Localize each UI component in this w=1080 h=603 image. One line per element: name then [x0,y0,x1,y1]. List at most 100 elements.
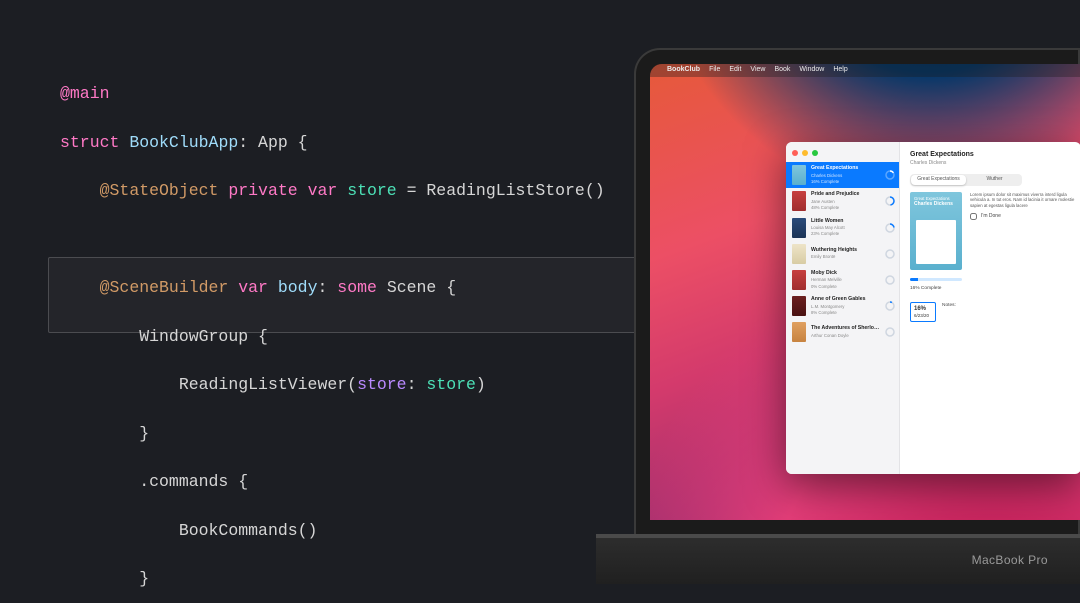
book-author: Arthur Conan Doyle [811,333,880,339]
book-progress-label: 8% Complete [811,310,880,316]
notes-date: 6/23/20 [914,313,932,320]
code-arglabel: store [357,375,407,394]
close-button[interactable] [792,150,798,156]
code-keyword: var [308,181,338,200]
book-title: Anne of Green Gables [811,296,880,304]
zoom-button[interactable] [812,150,818,156]
book-cover-thumb [792,191,806,211]
book-title: The Adventures of Sherlock Holmes [811,325,880,333]
code-text: } [139,569,149,588]
book-meta: Great ExpectationsCharles Dickens16% Com… [811,165,880,185]
book-meta: Moby DickHerman Melville0% Complete [811,270,880,290]
window-traffic-lights[interactable] [786,148,899,162]
macbook-device: BookClub File Edit View Book Window Help… [596,48,1080,603]
code-func: ReadingListViewer( [179,375,357,394]
notes-summary-box[interactable]: 16% 6/23/20 [910,302,936,322]
tab-great-expectations[interactable]: Great Expectations [911,175,966,185]
book-title: Little Women [811,218,880,226]
code-keyword: some [337,278,377,297]
bookclub-window[interactable]: Great ExpectationsCharles Dickens16% Com… [786,142,1080,474]
code-text: : App { [238,133,307,152]
detail-pane: Great Expectations Charles Dickens Great… [900,142,1080,474]
code-text: = ReadingListStore() [397,181,605,200]
tab-wuthering[interactable]: Wuther [967,174,1022,186]
book-meta: Pride and PrejudiceJane Austen48% Comple… [811,191,880,211]
cover-small-author: Charles Dickens [914,201,958,207]
cover-illustration [916,220,956,264]
progress-ring-icon [885,249,895,259]
progress-ring-icon [885,327,895,337]
book-cover-thumb [792,244,806,264]
book-meta: Wuthering HeightsEmily Brontë [811,247,880,261]
list-item[interactable]: Anne of Green GablesL.M. Montgomery8% Co… [786,293,899,319]
progress-ring-icon [885,223,895,233]
code-text: } [139,424,149,443]
detail-author: Charles Dickens [910,160,1080,167]
code-attribute: @SceneBuilder [100,278,229,297]
code-keyword: struct [60,133,119,152]
book-meta: The Adventures of Sherlock HolmesArthur … [811,325,880,339]
book-progress-label: 0% Complete [811,284,880,290]
code-var: body [278,278,318,297]
macos-menubar[interactable]: BookClub File Edit View Book Window Help [650,64,1080,77]
cover-small-title: Great Expectations [914,196,950,201]
book-progress-label: 48% Complete [811,205,880,211]
notes-pct: 16% [914,305,932,314]
book-progress-label: 16% Complete [811,179,880,185]
menu-edit[interactable]: Edit [729,65,741,75]
code-text: : [317,278,337,297]
book-meta: Little WomenLouisa May Alcott23% Complet… [811,218,880,238]
code-var: store [347,181,397,200]
list-item[interactable]: Little WomenLouisa May Alcott23% Complet… [786,215,899,241]
list-item[interactable]: Wuthering HeightsEmily Brontë [786,241,899,267]
code-text: .commands { [139,472,248,491]
notes-label: Notes: [942,302,956,322]
list-item[interactable]: Moby DickHerman Melville0% Complete [786,267,899,293]
book-cover-thumb [792,270,806,290]
code-func: BookCommands() [179,521,318,540]
menu-file[interactable]: File [709,65,720,75]
detail-cover: Great Expectations Charles Dickens [910,192,962,270]
code-attribute: @main [60,84,110,103]
im-done-checkbox[interactable] [970,213,977,220]
code-argvalue: store [426,375,476,394]
menu-book[interactable]: Book [774,65,790,75]
code-typename: BookClubApp [129,133,238,152]
book-title: Moby Dick [811,270,880,278]
menu-view[interactable]: View [750,65,765,75]
im-done-label: I'm Done [981,213,1001,220]
code-text: ) [476,375,486,394]
progress-ring-icon [885,170,895,180]
book-title: Wuthering Heights [811,247,880,255]
book-cover-thumb [792,218,806,238]
code-editor: @main struct BookClubApp: App { @StateOb… [60,58,605,603]
progress-bar[interactable] [910,278,962,281]
laptop-base: MacBook Pro [596,538,1080,584]
detail-description: Lorem ipsum dolor sit maximus viverra in… [970,192,1080,209]
desktop-screen: BookClub File Edit View Book Window Help… [650,64,1080,520]
code-text: Scene { [387,278,456,297]
menu-help[interactable]: Help [833,65,847,75]
book-cover-thumb [792,322,806,342]
menubar-app-name[interactable]: BookClub [667,65,700,75]
sidebar: Great ExpectationsCharles Dickens16% Com… [786,142,900,474]
list-item[interactable]: Great ExpectationsCharles Dickens16% Com… [786,162,899,188]
progress-ring-icon [885,275,895,285]
code-keyword: private [228,181,297,200]
progress-fill [910,278,918,281]
book-cover-thumb [792,165,806,185]
book-title: Pride and Prejudice [811,191,880,199]
progress-ring-icon [885,196,895,206]
menu-window[interactable]: Window [799,65,824,75]
list-item[interactable]: The Adventures of Sherlock HolmesArthur … [786,319,899,345]
progress-ring-icon [885,301,895,311]
macbook-pro-label: MacBook Pro [972,552,1048,570]
screen-bezel: BookClub File Edit View Book Window Help… [634,48,1080,536]
segmented-control[interactable]: Great Expectations Wuther [910,174,1022,186]
book-list: Great ExpectationsCharles Dickens16% Com… [786,162,899,345]
code-keyword: var [238,278,268,297]
detail-title: Great Expectations [910,150,1080,160]
minimize-button[interactable] [802,150,808,156]
book-author: Emily Brontë [811,254,880,260]
list-item[interactable]: Pride and PrejudiceJane Austen48% Comple… [786,188,899,214]
